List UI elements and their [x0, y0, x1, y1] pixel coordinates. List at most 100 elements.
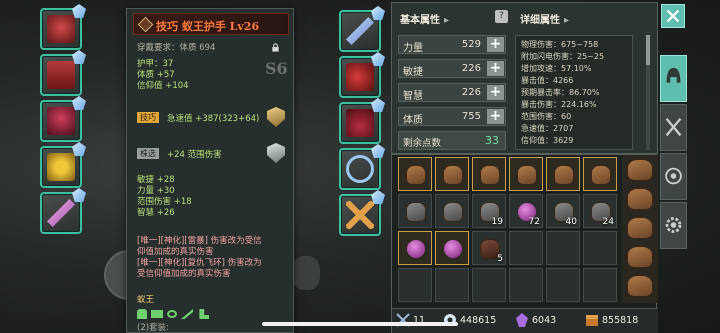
- inventory-slot[interactable]: [546, 231, 580, 265]
- attribute-label: 体质: [403, 115, 423, 126]
- detail-line: 暴击值：4266: [521, 76, 574, 85]
- gold-shield-icon: [267, 107, 285, 127]
- equip-slot-necklace[interactable]: [339, 6, 385, 52]
- bag-tab-icon[interactable]: [627, 246, 653, 268]
- equip-slot-cape[interactable]: [40, 50, 86, 96]
- tooltip-header: 技巧 蚁王护手 Lv26: [133, 13, 289, 35]
- set-weapon-icon: [181, 309, 193, 319]
- set-name: 蚁王: [137, 295, 155, 305]
- caret-icon: ▸: [564, 15, 570, 26]
- detail-line: 急速值：2707: [521, 124, 574, 133]
- inventory-slot[interactable]: [398, 157, 432, 191]
- orb-item-icon: [407, 240, 425, 258]
- detail-line: 附加闪电伤害：25~25: [521, 52, 605, 61]
- bonus-stat: 敏捷 +28: [137, 175, 175, 185]
- add-agility-button[interactable]: +: [487, 61, 504, 76]
- tab-target[interactable]: [660, 153, 687, 200]
- inventory-slot[interactable]: [546, 268, 580, 302]
- inventory-slot[interactable]: 19: [472, 194, 506, 228]
- inventory-slot[interactable]: [435, 157, 469, 191]
- inventory-slot[interactable]: 40: [546, 194, 580, 228]
- attribute-value: 755: [461, 111, 481, 122]
- inventory-slot[interactable]: [546, 157, 580, 191]
- basic-attributes-title: 基本属性: [400, 15, 440, 26]
- inventory-slot[interactable]: [398, 231, 432, 265]
- inventory-slot[interactable]: 24: [583, 194, 617, 228]
- gold-amount: 448615: [460, 315, 497, 326]
- orb-item-icon: [444, 240, 462, 258]
- detail-attributes-list[interactable]: 物理伤害：675~758 附加闪电伤害：25~25 增加攻速：57.10% 暴击…: [515, 35, 633, 150]
- bag-tab-icon[interactable]: [627, 159, 653, 181]
- add-constitution-button[interactable]: +: [487, 109, 504, 124]
- cape-item-icon: [47, 61, 75, 89]
- helmet-icon: [666, 67, 681, 83]
- inventory-slot[interactable]: 5: [472, 231, 506, 265]
- equip-slot-belt[interactable]: [40, 142, 86, 188]
- crossed-swords-icon: [665, 117, 682, 137]
- bag-item-icon: [517, 165, 537, 185]
- caret-icon: ▸: [444, 15, 450, 26]
- silver-shield-icon: [267, 143, 285, 163]
- item-tooltip: 技巧 蚁王护手 Lv26 穿戴要求：体质 694 S6 护甲：37 体质 +57…: [126, 8, 294, 333]
- tab-skills[interactable]: [660, 104, 687, 151]
- bag-tab-icon[interactable]: [627, 275, 653, 297]
- close-button[interactable]: [661, 4, 685, 28]
- inventory-slot[interactable]: [583, 268, 617, 302]
- inventory-slot[interactable]: [398, 194, 432, 228]
- equip-slot-helmet[interactable]: [40, 4, 86, 50]
- item-count: 19: [491, 217, 503, 227]
- detail-line: 预期暴击率：86.70%: [521, 88, 600, 97]
- equip-slot-boots[interactable]: [339, 98, 385, 144]
- set-count: (2)套装:: [137, 323, 169, 333]
- attribute-label: 敏捷: [403, 67, 423, 78]
- equip-slot-weapon[interactable]: [40, 188, 86, 234]
- bag-tab-icon[interactable]: [627, 217, 653, 239]
- inventory-slot[interactable]: [435, 231, 469, 265]
- inventory-slot[interactable]: 72: [509, 194, 543, 228]
- attribute-label: 智慧: [403, 91, 423, 102]
- gem-icon: [72, 188, 86, 202]
- add-strength-button[interactable]: +: [487, 37, 504, 52]
- inventory-slot[interactable]: [509, 268, 543, 302]
- add-wisdom-button[interactable]: +: [487, 85, 504, 100]
- bag-item-icon: [480, 165, 500, 185]
- home-indicator[interactable]: [262, 322, 458, 326]
- background-decoration: [292, 256, 320, 290]
- bag-item-icon: [406, 202, 426, 222]
- attribute-label: 力量: [403, 43, 423, 54]
- inventory-slot[interactable]: [509, 231, 543, 265]
- belt-item-icon: [47, 153, 75, 181]
- help-icon[interactable]: ?: [495, 10, 508, 23]
- inventory-slot[interactable]: [435, 194, 469, 228]
- inventory-slot[interactable]: [398, 268, 432, 302]
- attribute-value: 226: [461, 87, 481, 98]
- detail-attributes-title: 详细属性: [520, 15, 560, 26]
- equip-slot-gloves[interactable]: [339, 52, 385, 98]
- detail-scrollbar-thumb[interactable]: [646, 35, 650, 65]
- bag-item-icon: [406, 165, 426, 185]
- bag-tab-icon[interactable]: [627, 188, 653, 210]
- target-icon: [665, 167, 682, 185]
- inventory-slot[interactable]: [472, 268, 506, 302]
- equip-slot-armor[interactable]: [40, 96, 86, 142]
- tab-settings[interactable]: [660, 202, 687, 249]
- detail-line: 信仰值：3629: [521, 136, 574, 145]
- inventory-slot[interactable]: [583, 231, 617, 265]
- bonus-stat: 力量 +30: [137, 186, 175, 196]
- bag-item-icon: [554, 165, 574, 185]
- equip-slot-offhand[interactable]: [339, 190, 385, 236]
- lock-icon[interactable]: [271, 43, 280, 52]
- sub-attribute-row: 技巧 急速值 +387(323+64): [137, 107, 287, 127]
- currency-amount: 855818: [602, 315, 639, 326]
- inventory-slot[interactable]: [509, 157, 543, 191]
- tab-equipment[interactable]: [660, 55, 687, 102]
- inventory-slot[interactable]: [472, 157, 506, 191]
- equip-slot-ring[interactable]: [339, 144, 385, 190]
- inventory-slot[interactable]: [583, 157, 617, 191]
- item-count: 5: [497, 254, 503, 264]
- sub-attribute-row: 株选 +24 范围伤害: [137, 143, 287, 163]
- base-stat: 护甲：37: [137, 59, 174, 69]
- detail-line: 物理伤害：675~758: [521, 40, 599, 49]
- remaining-points-label: 剩余点数: [403, 138, 442, 149]
- inventory-slot[interactable]: [435, 268, 469, 302]
